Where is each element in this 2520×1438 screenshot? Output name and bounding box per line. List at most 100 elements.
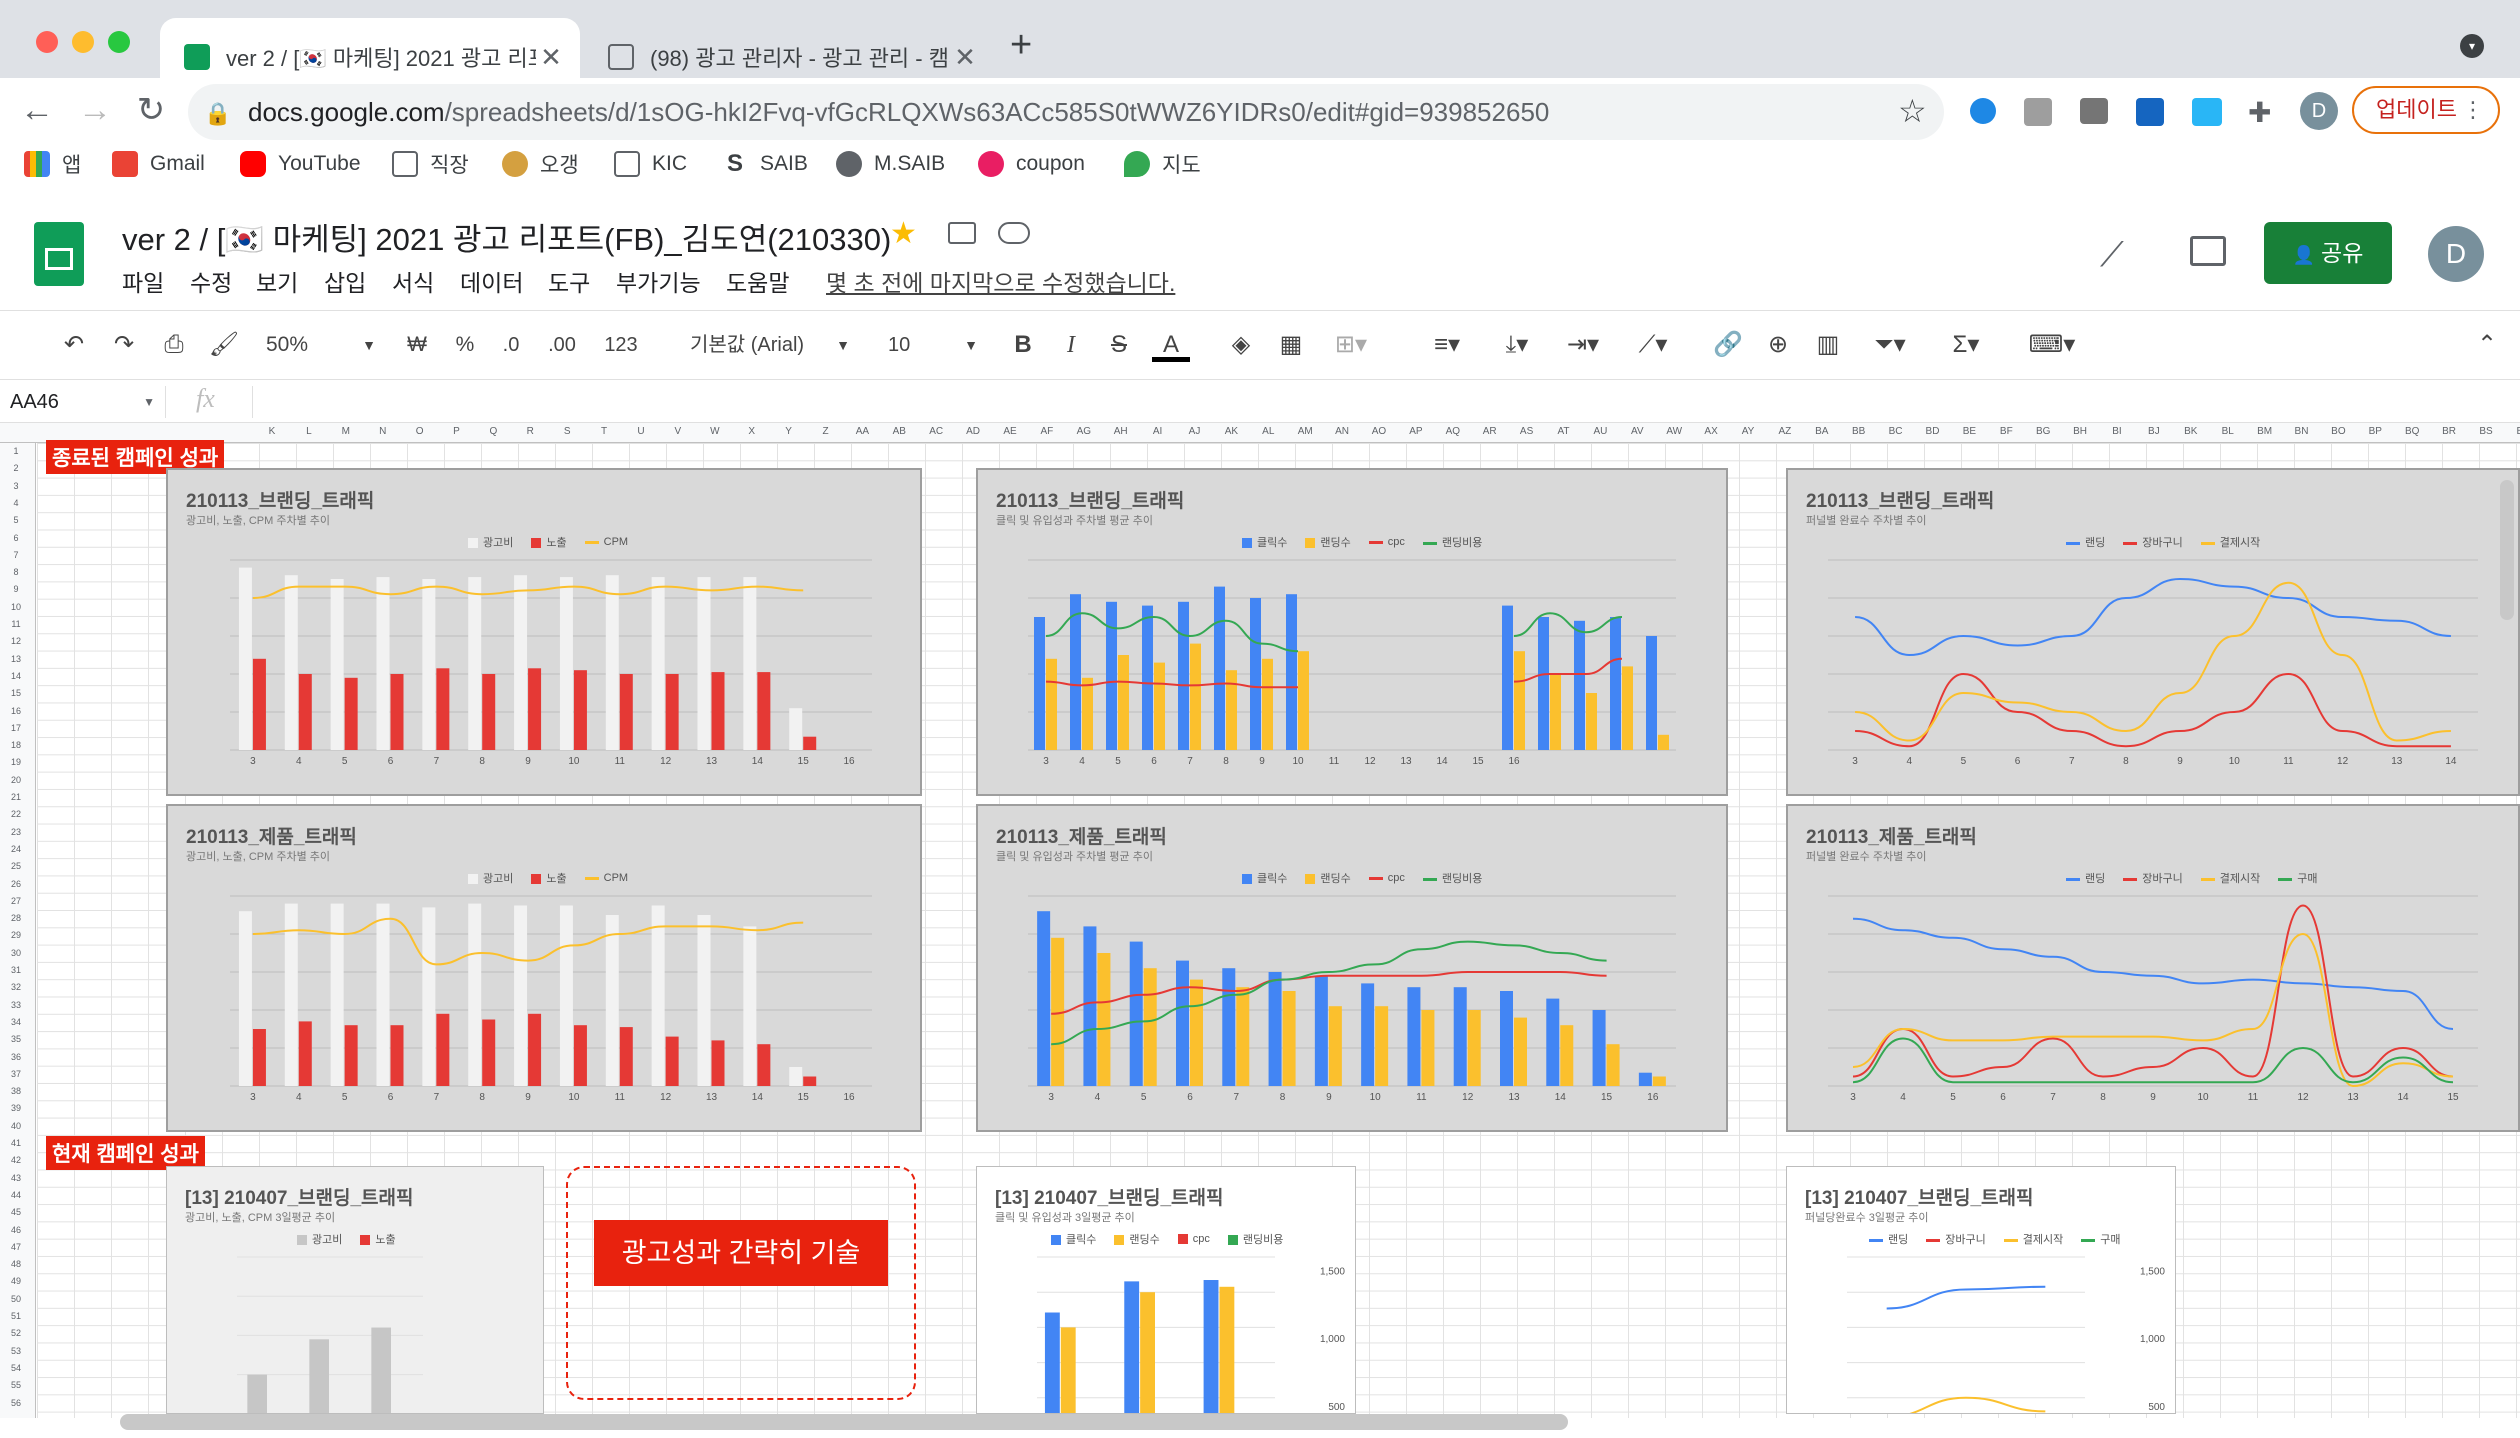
bold-button[interactable]: B: [1006, 322, 1040, 368]
column-header[interactable]: BJ: [2136, 426, 2172, 437]
collapse-toolbar-icon[interactable]: ⌃: [2470, 322, 2504, 368]
column-header[interactable]: AB: [881, 426, 917, 437]
font-size-select[interactable]: 10 ▼: [888, 322, 978, 368]
column-header[interactable]: V: [660, 426, 696, 437]
column-header[interactable]: S: [549, 426, 585, 437]
row-header[interactable]: 49: [0, 1276, 32, 1286]
row-header[interactable]: 14: [0, 671, 32, 681]
close-window-icon[interactable]: [36, 31, 58, 53]
bookmark-saib[interactable]: S SAIB: [722, 142, 808, 186]
row-header[interactable]: 28: [0, 913, 32, 923]
share-button[interactable]: 👤 공유: [2264, 222, 2392, 284]
row-header[interactable]: 22: [0, 809, 32, 819]
chart-product-funnel[interactable]: 210113_제품_트래픽 퍼널별 완료수 주차별 추이 랜딩 장바구니 결제시작 구매 3…: [1786, 804, 2520, 1132]
row-header[interactable]: 7: [0, 550, 32, 560]
column-header[interactable]: P: [439, 426, 475, 437]
insert-chart-icon[interactable]: ▥: [1810, 322, 1846, 368]
borders-icon[interactable]: ▦: [1274, 322, 1308, 368]
row-header[interactable]: 34: [0, 1017, 32, 1027]
row-header[interactable]: 48: [0, 1259, 32, 1269]
insert-comment-icon[interactable]: ⊕: [1760, 322, 1796, 368]
column-header[interactable]: AZ: [1767, 426, 1803, 437]
column-header[interactable]: AR: [1472, 426, 1508, 437]
menu-help[interactable]: 도움말: [726, 264, 789, 298]
column-header[interactable]: AJ: [1177, 426, 1213, 437]
extension-bug-icon[interactable]: [1970, 98, 1996, 124]
column-header[interactable]: AU: [1582, 426, 1618, 437]
column-header[interactable]: AD: [955, 426, 991, 437]
comments-icon[interactable]: [2190, 236, 2226, 266]
row-header[interactable]: 8: [0, 567, 32, 577]
row-header[interactable]: 56: [0, 1398, 32, 1408]
row-header[interactable]: 54: [0, 1363, 32, 1373]
column-header[interactable]: AM: [1287, 426, 1323, 437]
column-header[interactable]: AF: [1029, 426, 1065, 437]
column-header[interactable]: BD: [1915, 426, 1951, 437]
undo-icon[interactable]: ↶: [54, 322, 94, 368]
column-header[interactable]: T: [586, 426, 622, 437]
column-header[interactable]: AK: [1213, 426, 1249, 437]
bookmark-maps[interactable]: 지도: [1124, 142, 1201, 186]
bookmark-folder-work[interactable]: 직장: [392, 142, 469, 186]
row-header[interactable]: 38: [0, 1086, 32, 1096]
menu-tools[interactable]: 도구: [548, 264, 590, 298]
extension-camera-icon[interactable]: [2080, 98, 2108, 124]
row-header[interactable]: 29: [0, 930, 32, 940]
column-header[interactable]: BB: [1841, 426, 1877, 437]
back-icon[interactable]: ←: [16, 90, 58, 132]
column-header[interactable]: BT: [2505, 426, 2520, 437]
bookmark-apps[interactable]: 앱: [24, 142, 81, 186]
menu-insert[interactable]: 삽입: [324, 264, 366, 298]
column-header[interactable]: M: [328, 426, 364, 437]
text-rotate-icon[interactable]: ⟋▾: [1624, 322, 1682, 368]
row-header[interactable]: 45: [0, 1207, 32, 1217]
column-header[interactable]: AT: [1546, 426, 1582, 437]
row-header[interactable]: 46: [0, 1225, 32, 1235]
column-header[interactable]: BF: [1988, 426, 2024, 437]
italic-button[interactable]: I: [1054, 322, 1088, 368]
row-header[interactable]: 27: [0, 896, 32, 906]
chart-branding-spend[interactable]: 210113_브랜딩_트래픽 광고비, 노출, CPM 주차별 추이 광고비 노출 CP…: [166, 468, 922, 796]
column-header[interactable]: Y: [771, 426, 807, 437]
chart-current-spend[interactable]: [13] 210407_브랜딩_트래픽 광고비, 노출, CPM 3일평균 추이 광…: [166, 1166, 544, 1414]
row-header[interactable]: 53: [0, 1346, 32, 1356]
column-header[interactable]: X: [734, 426, 770, 437]
bookmark-msaib[interactable]: M.SAIB: [836, 142, 945, 186]
column-header[interactable]: BK: [2173, 426, 2209, 437]
row-header[interactable]: 10: [0, 602, 32, 612]
menu-edit[interactable]: 수정: [190, 264, 232, 298]
column-header[interactable]: L: [291, 426, 327, 437]
row-header[interactable]: 51: [0, 1311, 32, 1321]
column-header[interactable]: BA: [1804, 426, 1840, 437]
section-current-label[interactable]: 현재 캠페인 성과: [46, 1136, 205, 1170]
close-icon[interactable]: ✕: [536, 42, 566, 73]
number-format-button[interactable]: 123: [592, 322, 650, 368]
row-header[interactable]: 11: [0, 619, 32, 629]
column-header[interactable]: AP: [1398, 426, 1434, 437]
text-wrap-icon[interactable]: ⇥▾: [1556, 322, 1610, 368]
row-header[interactable]: 6: [0, 533, 32, 543]
row-header[interactable]: 41: [0, 1138, 32, 1148]
menu-file[interactable]: 파일: [122, 264, 164, 298]
chart-product-spend[interactable]: 210113_제품_트래픽 광고비, 노출, CPM 주차별 추이 광고비 노출 CPM…: [166, 804, 922, 1132]
cloud-saved-icon[interactable]: [998, 222, 1030, 244]
row-header[interactable]: 20: [0, 775, 32, 785]
column-header[interactable]: W: [697, 426, 733, 437]
chart-current-funnel[interactable]: [13] 210407_브랜딩_트래픽 퍼널당완료수 3일평균 추이 랜딩 장바구니 결…: [1786, 1166, 2176, 1414]
column-header[interactable]: AO: [1361, 426, 1397, 437]
close-icon[interactable]: ✕: [950, 42, 980, 73]
update-button[interactable]: 업데이트 ⋮: [2352, 86, 2500, 134]
column-header[interactable]: U: [623, 426, 659, 437]
column-header[interactable]: BN: [2284, 426, 2320, 437]
column-header[interactable]: AW: [1656, 426, 1692, 437]
currency-format-button[interactable]: ₩: [400, 322, 434, 368]
row-header[interactable]: 1: [0, 446, 32, 456]
column-header[interactable]: BC: [1878, 426, 1914, 437]
column-header[interactable]: BL: [2210, 426, 2246, 437]
zoom-select[interactable]: 50% ▼: [266, 322, 376, 368]
row-header[interactable]: 21: [0, 792, 32, 802]
column-header[interactable]: AY: [1730, 426, 1766, 437]
activity-trend-icon[interactable]: ⟋: [2100, 236, 2124, 275]
column-header[interactable]: AN: [1324, 426, 1360, 437]
move-folder-icon[interactable]: [948, 222, 976, 244]
